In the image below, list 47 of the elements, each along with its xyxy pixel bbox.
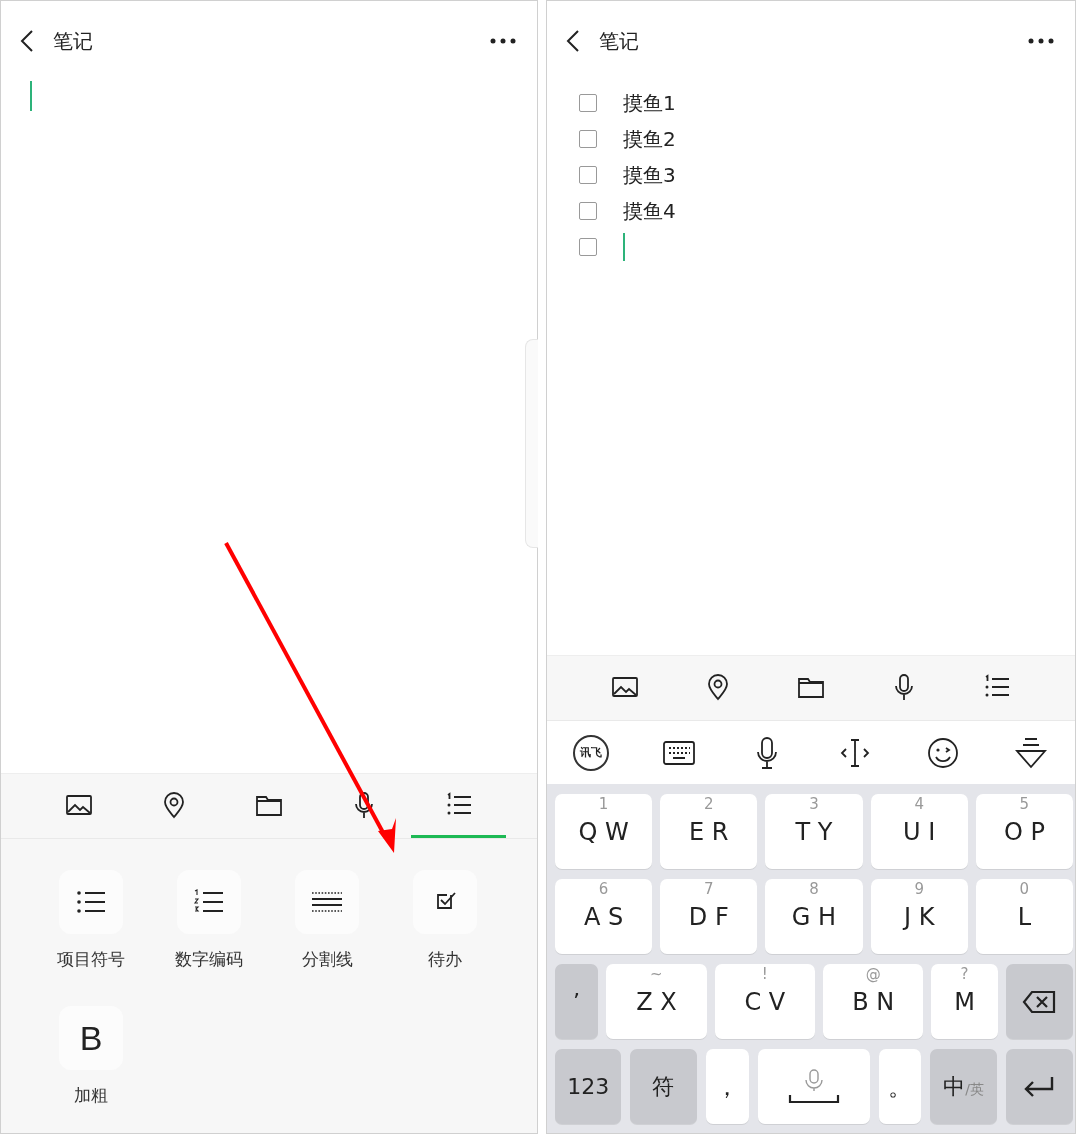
- todo-text: 摸鱼2: [623, 125, 676, 153]
- todo-checkbox[interactable]: [579, 94, 597, 112]
- key[interactable]: B N @: [823, 964, 924, 1039]
- format-button[interactable]: [295, 870, 359, 934]
- todo-text: 摸鱼4: [623, 197, 676, 225]
- format-label: 待办: [428, 948, 462, 971]
- format-button[interactable]: [413, 870, 477, 934]
- enter-key[interactable]: [1005, 1049, 1073, 1124]
- key[interactable]: 123: [555, 1049, 622, 1124]
- key[interactable]: C V !: [714, 964, 815, 1039]
- note-title: 笔记: [599, 27, 640, 55]
- todo-checkbox[interactable]: [579, 238, 597, 256]
- todo-checkbox[interactable]: [579, 130, 597, 148]
- note-title: 笔记: [53, 27, 94, 55]
- key[interactable]: ’: [555, 964, 599, 1039]
- todo-checkbox[interactable]: [579, 166, 597, 184]
- key[interactable]: L 0: [975, 879, 1073, 954]
- key[interactable]: E R 2: [660, 794, 758, 869]
- key[interactable]: Q W 1: [555, 794, 653, 869]
- format-button[interactable]: [177, 870, 241, 934]
- language-key[interactable]: 中/英: [930, 1049, 997, 1124]
- format-label: 数字编码: [175, 948, 243, 971]
- format-label: 项目符号: [57, 948, 125, 971]
- bold-button[interactable]: B: [59, 1006, 123, 1070]
- backspace-key[interactable]: [1005, 964, 1073, 1039]
- key[interactable]: 符: [630, 1049, 697, 1124]
- key[interactable]: T Y 3: [765, 794, 863, 869]
- more-icon[interactable]: [489, 37, 517, 45]
- key[interactable]: 。: [879, 1049, 922, 1124]
- format-button[interactable]: [59, 870, 123, 934]
- ime-logo[interactable]: 讯飞: [573, 734, 609, 771]
- format-label: 分割线: [301, 948, 353, 971]
- todo-checkbox[interactable]: [579, 202, 597, 220]
- key[interactable]: J K 9: [870, 879, 968, 954]
- key[interactable]: A S 6: [555, 879, 653, 954]
- key[interactable]: M ?: [931, 964, 998, 1039]
- todo-text: 摸鱼1: [623, 89, 676, 117]
- more-icon[interactable]: [1027, 37, 1055, 45]
- format-label: 加粗: [74, 1084, 108, 1107]
- key[interactable]: O P 5: [975, 794, 1073, 869]
- todo-text: 摸鱼3: [623, 161, 676, 189]
- scroll-handle[interactable]: [525, 339, 538, 548]
- key[interactable]: D F 7: [660, 879, 758, 954]
- key[interactable]: U I 4: [870, 794, 968, 869]
- key[interactable]: ，: [705, 1049, 749, 1124]
- key[interactable]: Z X ~: [606, 964, 707, 1039]
- key[interactable]: G H 8: [765, 879, 863, 954]
